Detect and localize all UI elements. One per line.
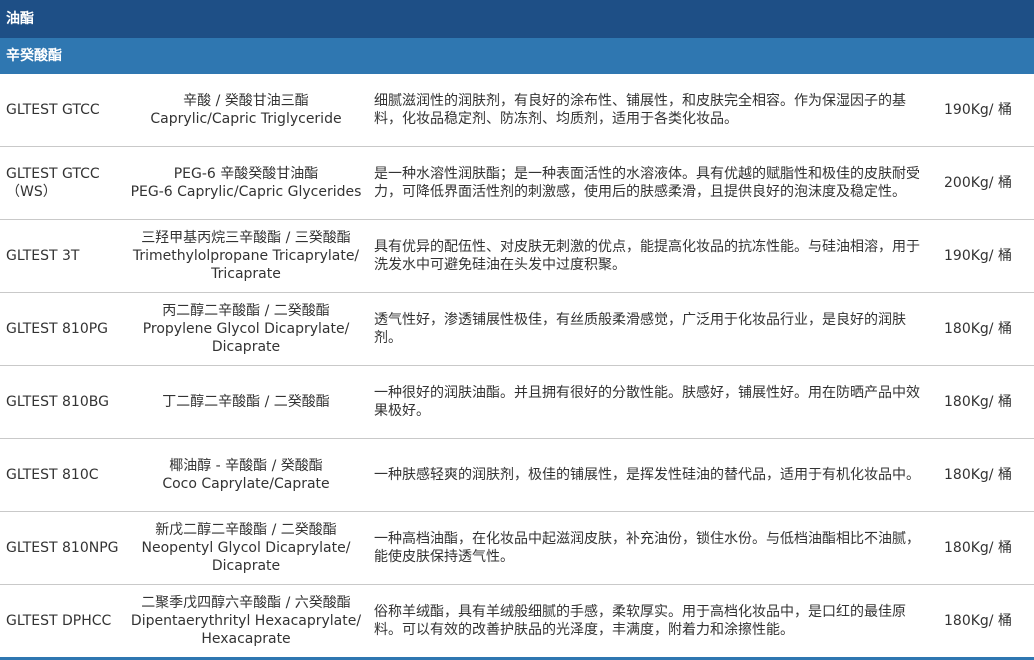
product-description: 是一种水溶性润肤酯；是一种表面活性的水溶液体。具有优越的赋脂性和极佳的皮肤耐受力… <box>374 166 920 200</box>
product-name: 二聚季戊四醇六辛酸酯 / 六癸酸酯 Dipentaerythrityl Hexac… <box>122 585 370 657</box>
package-size: 180Kg/ 桶 <box>944 467 1012 483</box>
product-code: GLTEST GTCC （WS） <box>6 166 100 200</box>
subsection-header: 辛癸酸酯 <box>0 38 1034 74</box>
product-name: 辛酸 / 癸酸甘油三酯 Caprylic/Capric Triglyceride <box>122 74 370 146</box>
product-description: 一种很好的润肤油酯。并且拥有很好的分散性能。肤感好，铺展性好。用在防晒产品中效果… <box>374 385 920 419</box>
product-code: GLTEST 810NPG <box>6 540 119 556</box>
product-name: 新戊二醇二辛酸酯 / 二癸酸酯 Neopentyl Glycol Dicapryl… <box>122 512 370 584</box>
product-description: 一种高档油酯，在化妆品中起滋润皮肤，补充油份，锁住水份。与低档油酯相比不油腻，能… <box>374 531 920 565</box>
product-name-en: Propylene Glycol Dicaprylate/ Dicaprate <box>142 321 350 355</box>
product-name-en: Coco Caprylate/Caprate <box>162 476 330 492</box>
package-size: 180Kg/ 桶 <box>944 321 1012 337</box>
product-name-cn: 二聚季戊四醇六辛酸酯 / 六癸酸酯 <box>141 595 351 611</box>
product-name-en: PEG-6 Caprylic/Capric Glycerides <box>130 184 362 200</box>
product-name: 三羟甲基丙烷三辛酸酯 / 三癸酸酯 Trimethylolpropane Tric… <box>122 220 370 292</box>
package-size: 190Kg/ 桶 <box>944 102 1012 118</box>
table-row: GLTEST GTCC 辛酸 / 癸酸甘油三酯 Caprylic/Capric T… <box>0 74 1034 147</box>
product-name: 丁二醇二辛酸酯 / 二癸酸酯 <box>122 366 370 438</box>
package-size: 190Kg/ 桶 <box>944 248 1012 264</box>
product-name-en: Caprylic/Capric Triglyceride <box>150 111 342 127</box>
product-name-cn: 椰油醇 - 辛酸酯 / 癸酸酯 <box>169 458 323 474</box>
package-size: 200Kg/ 桶 <box>944 175 1012 191</box>
product-description: 俗称羊绒酯，具有羊绒般细腻的手感，柔软厚实。用于高档化妆品中，是口红的最佳原料。… <box>374 604 906 638</box>
product-code: GLTEST DPHCC <box>6 613 112 629</box>
product-code: GLTEST 810BG <box>6 394 109 410</box>
section-header: 油酯 <box>0 0 1034 38</box>
product-name-cn: 新戊二醇二辛酸酯 / 二癸酸酯 <box>155 522 337 538</box>
product-code: GLTEST 810C <box>6 467 99 483</box>
package-size: 180Kg/ 桶 <box>944 613 1012 629</box>
product-name: PEG-6 辛酸癸酸甘油酯 PEG-6 Caprylic/Capric Glyce… <box>122 147 370 219</box>
table-row: GLTEST 810C 椰油醇 - 辛酸酯 / 癸酸酯 Coco Caprylat… <box>0 439 1034 512</box>
product-code: GLTEST GTCC <box>6 102 100 118</box>
product-name-cn: 三羟甲基丙烷三辛酸酯 / 三癸酸酯 <box>141 230 351 246</box>
product-name-en: Trimethylolpropane Tricaprylate/ Tricapr… <box>132 248 360 282</box>
product-name: 丙二醇二辛酸酯 / 二癸酸酯 Propylene Glycol Dicapryla… <box>122 293 370 365</box>
table-row: GLTEST 810NPG 新戊二醇二辛酸酯 / 二癸酸酯 Neopentyl G… <box>0 512 1034 585</box>
product-name-cn: 丙二醇二辛酸酯 / 二癸酸酯 <box>162 303 330 319</box>
product-description: 具有优异的配伍性、对皮肤无刺激的优点，能提高化妆品的抗冻性能。与硅油相溶，用于洗… <box>374 239 920 273</box>
product-table: GLTEST GTCC 辛酸 / 癸酸甘油三酯 Caprylic/Capric T… <box>0 74 1034 657</box>
product-name-cn: 丁二醇二辛酸酯 / 二癸酸酯 <box>162 394 330 410</box>
product-name-en: Neopentyl Glycol Dicaprylate/ Dicaprate <box>141 540 351 574</box>
package-size: 180Kg/ 桶 <box>944 540 1012 556</box>
package-size: 180Kg/ 桶 <box>944 394 1012 410</box>
table-row: GLTEST 3T 三羟甲基丙烷三辛酸酯 / 三癸酸酯 Trimethylolpr… <box>0 220 1034 293</box>
table-row: GLTEST GTCC （WS） PEG-6 辛酸癸酸甘油酯 PEG-6 Capr… <box>0 147 1034 220</box>
product-name-cn: 辛酸 / 癸酸甘油三酯 <box>183 93 309 109</box>
product-description: 一种肤感轻爽的润肤剂，极佳的铺展性，是挥发性硅油的替代品，适用于有机化妆品中。 <box>374 467 920 483</box>
table-row: GLTEST DPHCC 二聚季戊四醇六辛酸酯 / 六癸酸酯 Dipentaery… <box>0 585 1034 657</box>
table-row: GLTEST 810PG 丙二醇二辛酸酯 / 二癸酸酯 Propylene Gly… <box>0 293 1034 366</box>
product-description: 细腻滋润性的润肤剂，有良好的涂布性、铺展性，和皮肤完全相容。作为保湿因子的基料，… <box>374 93 906 127</box>
product-name-en: Dipentaerythrityl Hexacaprylate/ Hexacap… <box>130 613 362 647</box>
product-name: 椰油醇 - 辛酸酯 / 癸酸酯 Coco Caprylate/Caprate <box>122 439 370 511</box>
product-code: GLTEST 3T <box>6 248 80 264</box>
product-code: GLTEST 810PG <box>6 321 109 337</box>
section-title: 油酯 <box>6 11 34 27</box>
subsection-title: 辛癸酸酯 <box>6 48 62 64</box>
product-description: 透气性好，渗透铺展性极佳，有丝质般柔滑感觉，广泛用于化妆品行业，是良好的润肤剂。 <box>374 312 906 346</box>
product-name-cn: PEG-6 辛酸癸酸甘油酯 <box>173 166 319 182</box>
table-row: GLTEST 810BG 丁二醇二辛酸酯 / 二癸酸酯 一种很好的润肤油酯。并且… <box>0 366 1034 439</box>
